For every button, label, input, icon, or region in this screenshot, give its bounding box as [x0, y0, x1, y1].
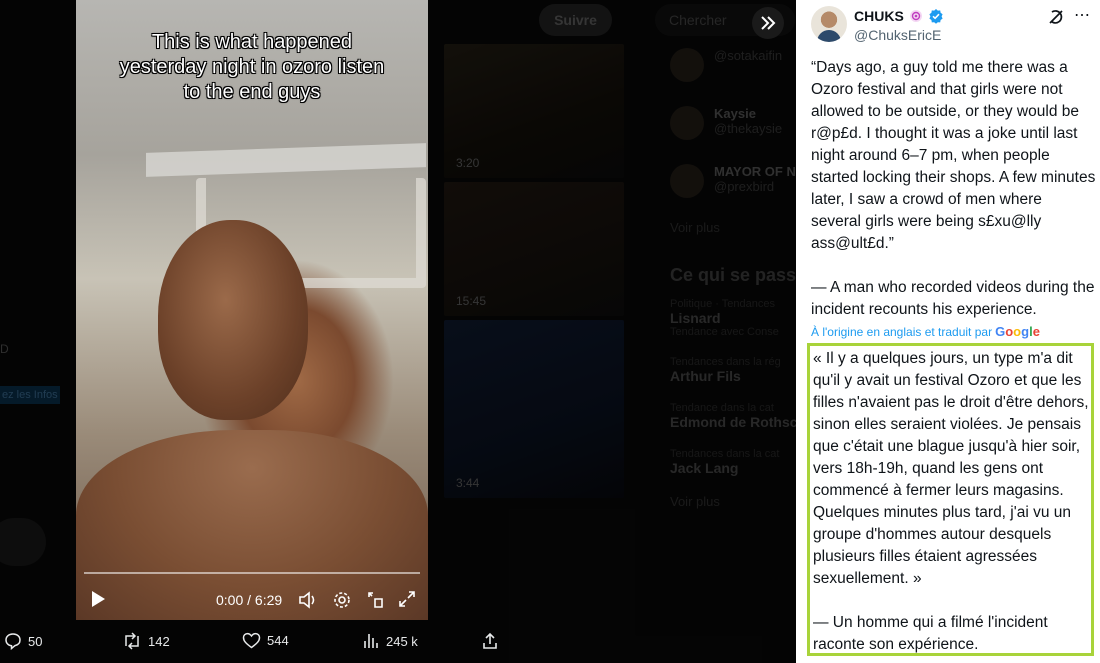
- verified-icon: [929, 9, 943, 24]
- settings-button[interactable]: [332, 590, 352, 610]
- share-icon: [483, 632, 497, 649]
- expand-panel-button[interactable]: [752, 7, 784, 39]
- share-button[interactable]: [481, 632, 499, 650]
- video-controls: 0:00 / 6:29: [76, 584, 428, 616]
- trend-title: Edmond de Rothsc: [670, 414, 796, 430]
- sidebar: @sotakaifin Kaysie @thekaysie MAYOR OF N…: [668, 40, 796, 539]
- fullscreen-button[interactable]: [398, 590, 416, 608]
- translation-attribution[interactable]: À l'origine en anglais et traduit par Go…: [811, 324, 1040, 339]
- volume-icon: [299, 591, 315, 609]
- repost-count: 142: [148, 633, 170, 649]
- media-thumbnail: 3:44: [444, 320, 624, 498]
- reply-button[interactable]: 50: [4, 632, 42, 650]
- like-button[interactable]: 544: [242, 632, 289, 649]
- exit-fullscreen-icon: [368, 592, 383, 608]
- trend-item: Tendances dans la rég Arthur Fils: [670, 356, 796, 384]
- translated-text: « Il y a quelques jours, un type m'a dit…: [807, 343, 1094, 656]
- video-caption: This is what happened yesterday night in…: [119, 31, 385, 103]
- engagement-bar: 50 142 544 245 k: [0, 628, 510, 658]
- avatar: [670, 106, 704, 140]
- avatar: [670, 48, 704, 82]
- thumbnail-duration: 15:45: [456, 294, 487, 308]
- expand-chevrons-icon: [761, 16, 776, 30]
- fullscreen-icon: [399, 591, 415, 607]
- see-more-link: Voir plus: [670, 220, 720, 235]
- author-name: CHUKS: [854, 8, 904, 24]
- suggested-user-name: [714, 40, 796, 48]
- views-button[interactable]: 245 k: [362, 632, 418, 650]
- repost-button[interactable]: 142: [122, 632, 170, 650]
- trends-heading: Ce qui se pass: [670, 265, 796, 285]
- grok-icon[interactable]: [1047, 8, 1065, 26]
- attribution-text: À l'origine en anglais et traduit par: [811, 324, 993, 339]
- views-count: 245 k: [386, 633, 418, 649]
- play-icon: [92, 591, 105, 607]
- trend-title: Lisnard: [670, 310, 721, 326]
- trend-item: Tendances dans la cat Jack Lang: [670, 448, 796, 476]
- trends-see-more-link: Voir plus: [670, 494, 720, 509]
- suggested-user-name: MAYOR OF N: [714, 164, 796, 179]
- suggested-user: Kaysie @thekaysie: [668, 98, 796, 156]
- avatar[interactable]: [811, 6, 847, 42]
- settings-icon: [334, 592, 350, 608]
- left-post-button: [0, 518, 46, 566]
- suggested-user-handle: @thekaysie: [714, 121, 783, 136]
- trend-item: Tendance dans la cat Edmond de Rothsc: [670, 402, 796, 430]
- media-thumbnail: 3:20: [444, 44, 624, 178]
- trend-title: Jack Lang: [670, 460, 739, 476]
- suggested-user: @sotakaifin: [668, 40, 796, 98]
- author-name-row[interactable]: CHUKS: [854, 8, 944, 24]
- google-logo: Google: [995, 324, 1040, 339]
- media-thumbnails: 3:20 15:45 3:44: [444, 44, 624, 502]
- author-handle[interactable]: @ChuksEricE: [854, 27, 941, 43]
- video-scene-person: [158, 220, 308, 420]
- trend-context: Tendances dans la cat: [670, 448, 780, 460]
- video-scene-shelf: [146, 143, 426, 177]
- reply-count: 50: [28, 633, 43, 649]
- badge-icon: [909, 10, 922, 22]
- trend-context: Tendances dans la rég: [670, 356, 781, 368]
- thumbnail-duration: 3:44: [456, 476, 480, 490]
- play-button[interactable]: [90, 590, 106, 608]
- views-icon: [364, 634, 378, 648]
- search-placeholder: Chercher: [669, 12, 727, 28]
- tweet-panel: CHUKS @ChuksEricE ⋯ “Days ago, a guy tol…: [796, 0, 1100, 663]
- follow-button: Suivre: [539, 4, 612, 36]
- media-thumbnail: 15:45: [444, 182, 624, 316]
- exit-fullscreen-button[interactable]: [366, 590, 386, 610]
- left-letter: D: [0, 342, 9, 356]
- video-player[interactable]: This is what happened yesterday night in…: [76, 0, 428, 620]
- trend-context: Tendance dans la cat: [670, 402, 774, 414]
- tweet-text: “Days ago, a guy told me there was a Ozo…: [811, 59, 1096, 318]
- suggested-user-name: Kaysie: [714, 106, 756, 121]
- like-count: 544: [267, 633, 289, 648]
- suggested-user: MAYOR OF N @prexbird: [668, 156, 796, 214]
- left-badge: ez les Infos: [0, 386, 60, 404]
- suggested-user-handle: @prexbird: [714, 179, 775, 194]
- video-time: 0:00 / 6:29: [216, 592, 283, 608]
- like-icon: [242, 632, 261, 649]
- repost-icon: [125, 632, 139, 650]
- trend-title: Arthur Fils: [670, 368, 741, 384]
- avatar: [670, 164, 704, 198]
- reply-icon: [5, 633, 21, 650]
- thumbnail-duration: 3:20: [456, 156, 480, 170]
- video-progress-bar[interactable]: [84, 572, 420, 574]
- suggested-user-handle: @sotakaifin: [714, 48, 783, 63]
- trend-context: Politique · Tendances: [670, 298, 775, 310]
- trend-subtext: Tendance avec Conse: [670, 326, 779, 338]
- more-icon[interactable]: ⋯: [1074, 5, 1091, 25]
- trend-item: Politique · Tendances Lisnard Tendance a…: [670, 298, 796, 338]
- volume-button[interactable]: [298, 590, 318, 610]
